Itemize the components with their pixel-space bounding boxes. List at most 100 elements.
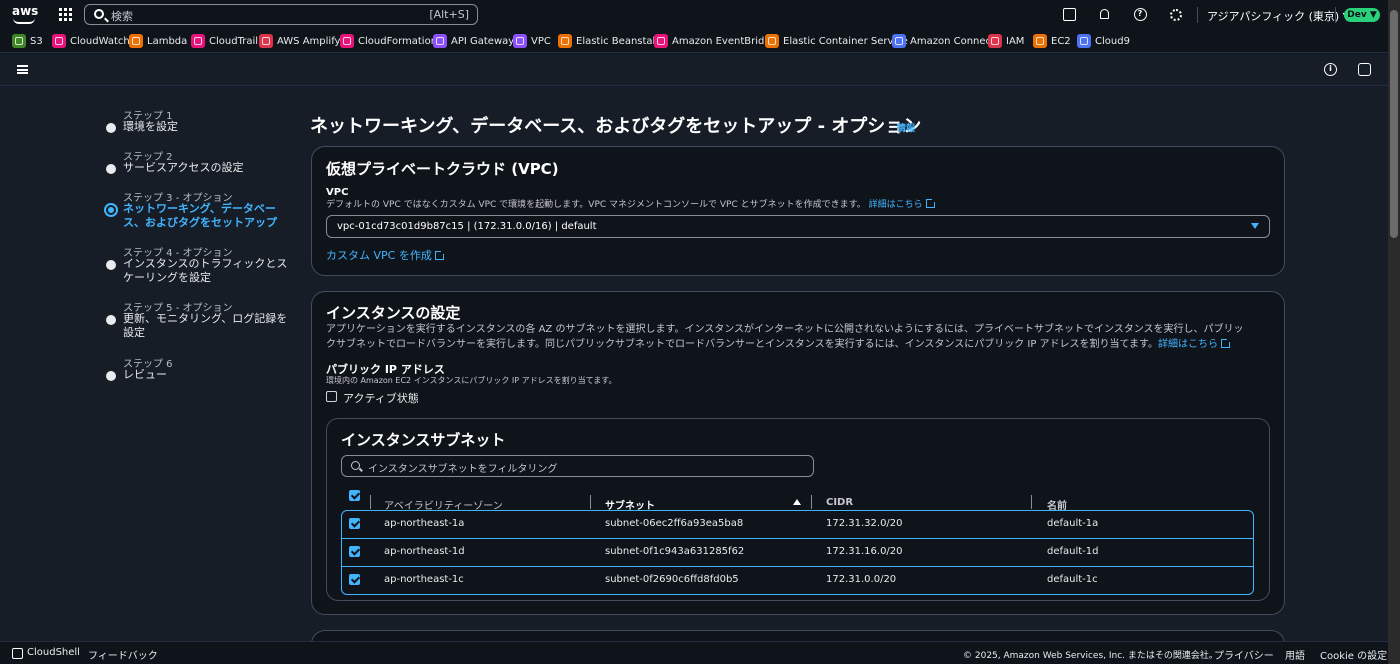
- step-title[interactable]: サービスアクセスの設定: [123, 161, 298, 175]
- search-input[interactable]: 検索 [Alt+S]: [84, 4, 478, 25]
- vpc-panel: 仮想プライベートクラウド (VPC) VPC デフォルトの VPC ではなくカス…: [311, 146, 1285, 276]
- info-link[interactable]: 情報: [897, 121, 915, 134]
- cell-subnet: subnet-06ec2ff6a93ea5ba8: [605, 518, 744, 529]
- footer-privacy-link[interactable]: プライバシー: [1214, 647, 1274, 662]
- cell-name: default-1d: [1047, 546, 1099, 557]
- service-icon: [654, 34, 668, 48]
- public-ip-checkbox-label[interactable]: アクティブ状態: [343, 390, 419, 406]
- external-link-icon: [434, 250, 445, 260]
- favorite-amazon-connect[interactable]: Amazon Connect: [892, 34, 995, 48]
- table-row[interactable]: ap-northeast-1c subnet-0f2690c6ffd8fd0b5…: [341, 566, 1254, 595]
- step-indicator: [106, 315, 116, 325]
- favorite-iam[interactable]: IAM: [988, 34, 1024, 48]
- console-footer: CloudShell フィードバック © 2025, Amazon Web Se…: [0, 641, 1400, 664]
- cloudshell-icon[interactable]: [1061, 7, 1077, 23]
- step-indicator: [106, 371, 116, 381]
- vpc-details-link[interactable]: 詳細はこちら: [869, 200, 923, 210]
- service-icon: [129, 34, 143, 48]
- sort-ascending-icon[interactable]: [793, 499, 801, 505]
- favorite-ec2[interactable]: EC2: [1033, 34, 1071, 48]
- create-custom-vpc-link[interactable]: カスタム VPC を作成: [326, 249, 432, 262]
- aws-logo[interactable]: aws: [12, 5, 38, 25]
- favorite-elastic-container-service[interactable]: Elastic Container Service: [765, 34, 908, 48]
- cell-cidr: 172.31.32.0/20: [826, 518, 903, 529]
- external-link-icon: [1221, 338, 1232, 348]
- region-selector[interactable]: アジアパシフィック (東京) ▼: [1207, 8, 1351, 24]
- service-icon: [988, 34, 1002, 48]
- favorite-s3[interactable]: S3: [12, 34, 43, 48]
- create-vpc-link-wrap: カスタム VPC を作成: [326, 247, 445, 263]
- service-icon: [259, 34, 273, 48]
- subnet-filter-input[interactable]: インスタンスサブネットをフィルタリング: [341, 455, 814, 477]
- favorite-label: VPC: [531, 35, 551, 47]
- menu-hamburger-icon[interactable]: [17, 65, 28, 74]
- favorite-label: Elastic Beanstalk: [576, 35, 662, 47]
- favorite-vpc[interactable]: VPC: [513, 34, 551, 48]
- footer-cloudshell-link[interactable]: CloudShell: [27, 647, 80, 658]
- subnet-filter-placeholder: インスタンスサブネットをフィルタリング: [368, 464, 558, 475]
- favorite-label: AWS Amplify: [277, 35, 341, 47]
- service-icon: [1077, 34, 1091, 48]
- settings-gear-icon[interactable]: [1168, 7, 1184, 23]
- page-title: ネットワーキング、データベース、およびタグをセットアップ - オプション: [310, 116, 922, 137]
- footer-cookie-link[interactable]: Cookie の設定: [1320, 647, 1387, 662]
- table-row[interactable]: ap-northeast-1d subnet-0f1c943a631285f62…: [341, 538, 1254, 567]
- favorite-lambda[interactable]: Lambda: [129, 34, 187, 48]
- favorite-label: EC2: [1051, 35, 1071, 47]
- favorite-cloud9[interactable]: Cloud9: [1077, 34, 1130, 48]
- notifications-bell-icon[interactable]: [1096, 7, 1112, 23]
- public-ip-checkbox[interactable]: [326, 391, 337, 402]
- table-row[interactable]: ap-northeast-1a subnet-06ec2ff6a93ea5ba8…: [341, 510, 1254, 539]
- step-indicator: [106, 164, 116, 174]
- cloudshell-icon[interactable]: [12, 648, 23, 659]
- service-icon: [765, 34, 779, 48]
- vpc-panel-title: 仮想プライベートクラウド (VPC): [326, 160, 559, 178]
- vpc-select-value: vpc-01cd73c01d9b87c15 | (172.31.0.0/16) …: [337, 221, 597, 232]
- scrollbar-thumb[interactable]: [1390, 10, 1398, 238]
- services-grid-icon[interactable]: [59, 8, 72, 21]
- feedback-hexagon-icon[interactable]: [1358, 63, 1371, 76]
- search-placeholder: 検索: [111, 10, 133, 23]
- favorite-label: CloudTrail: [209, 35, 258, 47]
- step-title[interactable]: インスタンスのトラフィックとスケーリングを設定: [123, 257, 293, 285]
- favorite-elastic-beanstalk[interactable]: Elastic Beanstalk: [558, 34, 661, 48]
- favorite-cloudwatch[interactable]: CloudWatch: [52, 34, 130, 48]
- footer-terms-link[interactable]: 用語: [1285, 647, 1305, 662]
- vpc-select[interactable]: vpc-01cd73c01d9b87c15 | (172.31.0.0/16) …: [326, 215, 1270, 238]
- page-scrollbar[interactable]: [1388, 0, 1400, 664]
- footer-copyright: © 2025, Amazon Web Services, Inc. またはその関…: [963, 651, 1218, 661]
- row-checkbox[interactable]: [349, 518, 360, 529]
- info-circle-icon[interactable]: i: [1324, 63, 1337, 76]
- cell-az: ap-northeast-1c: [384, 574, 464, 585]
- step-title[interactable]: レビュー: [123, 368, 298, 382]
- search-shortcut: [Alt+S]: [429, 8, 469, 21]
- favorite-cloudformation[interactable]: CloudFormation: [340, 34, 437, 48]
- row-checkbox[interactable]: [349, 546, 360, 557]
- favorite-label: Amazon EventBridge: [672, 35, 777, 47]
- step-title[interactable]: 環境を設定: [123, 120, 298, 134]
- favorite-api-gateway[interactable]: API Gateway: [433, 34, 514, 48]
- help-icon[interactable]: ?: [1132, 7, 1148, 23]
- select-all-checkbox[interactable]: [349, 490, 360, 501]
- favorite-label: Cloud9: [1095, 35, 1130, 47]
- vpc-field-description: デフォルトの VPC ではなくカスタム VPC で環境を起動します。VPC マネ…: [326, 198, 936, 213]
- instance-details-link[interactable]: 詳細はこちら: [1158, 339, 1218, 350]
- favorite-label: CloudFormation: [358, 35, 438, 47]
- step-title[interactable]: ネットワーキング、データベース、およびタグをセットアップ: [123, 202, 288, 230]
- favorite-cloudtrail[interactable]: CloudTrail: [191, 34, 258, 48]
- service-icon: [12, 34, 26, 48]
- search-icon: [351, 461, 360, 470]
- row-checkbox[interactable]: [349, 574, 360, 585]
- cell-subnet: subnet-0f1c943a631285f62: [605, 546, 745, 557]
- service-icon: [191, 34, 205, 48]
- account-badge[interactable]: Dev ▼: [1344, 8, 1380, 22]
- column-header-cidr[interactable]: CIDR: [826, 497, 853, 508]
- external-link-icon: [925, 198, 936, 208]
- favorite-label: Lambda: [147, 35, 188, 47]
- column-separator: [590, 495, 591, 509]
- step-title[interactable]: 更新、モニタリング、ログ記録を設定: [123, 312, 298, 340]
- footer-feedback-link[interactable]: フィードバック: [88, 647, 158, 662]
- favorite-aws-amplify[interactable]: AWS Amplify: [259, 34, 340, 48]
- favorite-amazon-eventbridge[interactable]: Amazon EventBridge: [654, 34, 777, 48]
- service-icon: [1033, 34, 1047, 48]
